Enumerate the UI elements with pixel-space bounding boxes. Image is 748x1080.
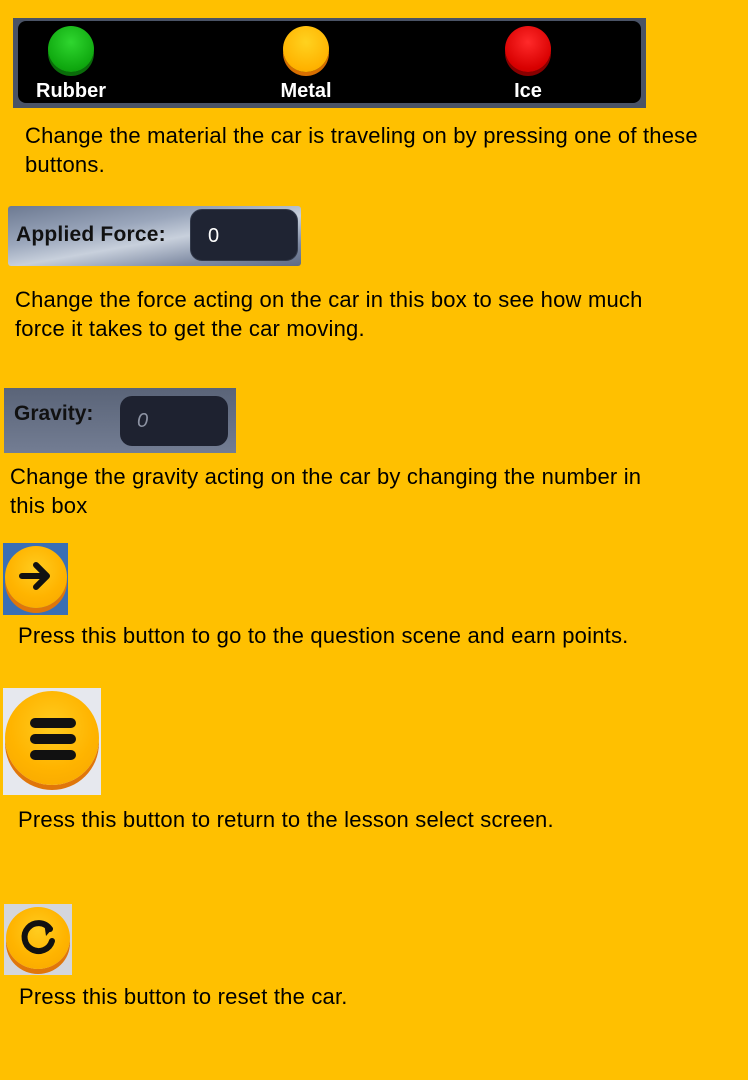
material-selector-bar: Rubber Metal Ice: [13, 18, 646, 108]
next-button-face: [5, 546, 67, 608]
ice-label: Ice: [514, 80, 542, 102]
gravity-label: Gravity:: [14, 402, 94, 425]
reset-button[interactable]: [4, 904, 72, 975]
rubber-circle-icon: [48, 26, 94, 72]
gravity-input[interactable]: 0: [120, 396, 228, 446]
metal-label: Metal: [280, 80, 332, 102]
reset-button-description: Press this button to reset the car.: [19, 984, 348, 1009]
metal-material-button[interactable]: Metal: [246, 21, 366, 105]
menu-button-description: Press this button to return to the lesso…: [18, 807, 554, 832]
next-button-description: Press this button to go to the question …: [18, 623, 629, 648]
applied-force-description: Change the force acting on the car in th…: [15, 287, 643, 341]
materials-description: Change the material the car is traveling…: [25, 123, 698, 177]
gravity-description: Change the gravity acting on the car by …: [10, 464, 642, 518]
arrow-right-icon: [19, 562, 50, 590]
reset-button-face: [6, 907, 70, 969]
applied-force-label: Applied Force:: [16, 223, 166, 246]
ice-circle-icon: [505, 26, 551, 72]
ice-material-button[interactable]: Ice: [468, 21, 588, 105]
rubber-label: Rubber: [36, 80, 106, 102]
rubber-material-button[interactable]: Rubber: [11, 21, 131, 105]
next-button[interactable]: [3, 543, 68, 615]
material-selector-panel: Rubber Metal Ice: [18, 21, 641, 103]
applied-force-panel: Applied Force: 0: [8, 206, 301, 266]
menu-icon: [30, 718, 76, 760]
refresh-icon: [21, 920, 55, 955]
metal-circle-icon: [283, 26, 329, 72]
applied-force-input[interactable]: 0: [190, 209, 298, 261]
menu-button-face: [5, 691, 99, 785]
menu-button[interactable]: [3, 688, 101, 795]
gravity-panel: Gravity: 0: [4, 388, 236, 453]
